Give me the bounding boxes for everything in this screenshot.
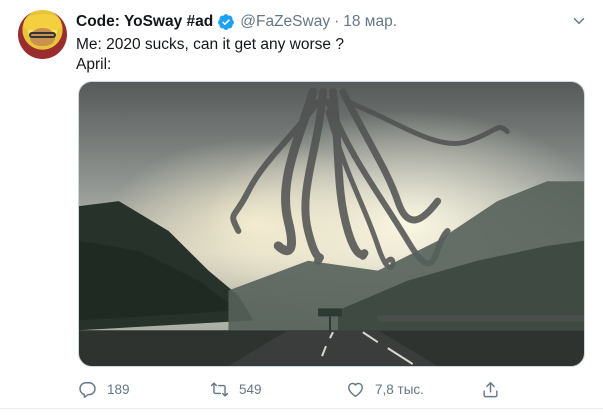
user-handle[interactable]: @FaZeSway — [240, 13, 330, 31]
avatar[interactable] — [18, 10, 67, 59]
like-button[interactable]: 7,8 тыс. — [346, 378, 424, 400]
reply-button[interactable]: 189 — [78, 378, 130, 400]
display-name[interactable]: Code: YoSway #ad — [76, 13, 213, 31]
share-button[interactable] — [481, 378, 510, 400]
like-count: 7,8 тыс. — [375, 381, 424, 397]
divider — [0, 408, 603, 409]
separator-dot: · — [334, 13, 340, 30]
timestamp[interactable]: 18 мар. — [343, 13, 397, 31]
tweet-header: Code: YoSway #ad @FaZeSway · 18 мар. — [76, 11, 397, 33]
verified-badge-icon — [217, 13, 235, 31]
tweet-text-line-1: Me: 2020 sucks, can it get any worse ? — [76, 36, 344, 53]
tweet-text-line-2: April: — [76, 56, 112, 73]
heart-icon — [348, 382, 363, 397]
tweet-media-image[interactable] — [78, 81, 585, 367]
reply-count: 189 — [107, 381, 130, 397]
retweet-icon — [210, 381, 229, 397]
retweet-count: 549 — [239, 381, 262, 397]
tweet-card[interactable]: Code: YoSway #ad @FaZeSway · 18 мар. Me:… — [0, 0, 603, 417]
share-icon — [483, 381, 498, 397]
tweet-text: Me: 2020 sucks, can it get any worse ? A… — [76, 35, 586, 75]
avatar-glasses — [29, 32, 56, 38]
tweet-actions: 189 549 7,8 тыс. — [76, 378, 596, 400]
chevron-down-icon[interactable] — [570, 12, 588, 30]
retweet-button[interactable]: 549 — [210, 378, 262, 400]
reply-icon — [79, 381, 96, 398]
